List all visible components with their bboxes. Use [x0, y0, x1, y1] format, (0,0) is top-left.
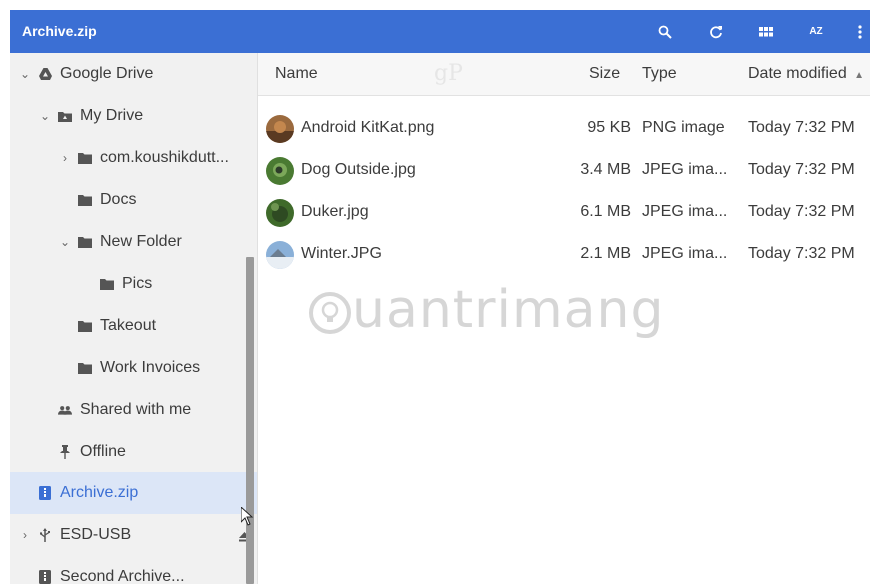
- sidebar-scrollbar[interactable]: [246, 257, 254, 584]
- sidebar-item-label: Takeout: [100, 317, 157, 334]
- sidebar-item-label: Pics: [122, 275, 153, 292]
- sidebar-item-work-invoices[interactable]: Work Invoices: [10, 347, 257, 389]
- chevron-right-icon[interactable]: ›: [18, 528, 32, 542]
- chevron-down-icon[interactable]: ⌄: [18, 67, 32, 81]
- sidebar-item-label: My Drive: [80, 107, 144, 124]
- file-size: 6.1 MB: [580, 203, 631, 220]
- sidebar-item-offline[interactable]: Offline: [10, 431, 257, 473]
- image-thumbnail: [266, 199, 294, 227]
- mouse-cursor-icon: [240, 505, 255, 532]
- table-row[interactable]: Winter.JPG 2.1 MB JPEG ima... Today 7:32…: [258, 233, 870, 275]
- pin-icon: [58, 445, 72, 459]
- sidebar-item-shared-with-me[interactable]: Shared with me: [10, 389, 257, 431]
- sort-az-icon[interactable]: AZ: [802, 10, 830, 53]
- sidebar-item-label: Archive.zip: [60, 484, 139, 501]
- refresh-icon[interactable]: [702, 10, 730, 53]
- search-icon[interactable]: [651, 10, 679, 53]
- drive-icon: [38, 67, 52, 81]
- people-icon: [58, 403, 72, 417]
- file-date: Today 7:32 PM: [748, 161, 855, 178]
- my-drive-icon: [58, 109, 72, 123]
- sidebar-item-pics[interactable]: Pics: [10, 263, 257, 305]
- folder-icon: [78, 193, 92, 207]
- sidebar-item-label: Work Invoices: [100, 359, 201, 376]
- folder-icon: [78, 361, 92, 375]
- sidebar-item-new-folder[interactable]: ⌄ New Folder: [10, 221, 257, 263]
- column-header-type[interactable]: Type: [642, 53, 677, 95]
- file-size: 2.1 MB: [580, 245, 631, 262]
- folder-icon: [78, 319, 92, 333]
- file-size: 95 KB: [587, 119, 631, 136]
- sidebar-item-label: New Folder: [100, 233, 182, 250]
- file-name: Duker.jpg: [301, 203, 369, 220]
- sidebar-item-com-koushikdutta[interactable]: › com.koushikdutt...: [10, 137, 257, 179]
- sidebar-item-label: Docs: [100, 191, 137, 208]
- zip-icon: [38, 570, 52, 584]
- window-title: Archive.zip: [22, 23, 97, 39]
- sort-ascending-icon: ▲: [854, 70, 865, 81]
- column-header-name[interactable]: Name: [275, 53, 318, 95]
- table-row[interactable]: Dog Outside.jpg 3.4 MB JPEG ima... Today…: [258, 149, 870, 191]
- file-type: JPEG ima...: [642, 161, 728, 178]
- list-header: Name Size Type Date modified ▲: [258, 53, 870, 96]
- file-name: Winter.JPG: [301, 245, 382, 262]
- image-thumbnail: [266, 241, 294, 269]
- sidebar-item-my-drive[interactable]: ⌄ My Drive: [10, 95, 257, 137]
- gp-watermark: gP: [434, 61, 463, 86]
- sidebar-item-label: Google Drive: [60, 65, 154, 82]
- sidebar-item-takeout[interactable]: Takeout: [10, 305, 257, 347]
- folder-icon: [100, 277, 114, 291]
- table-row[interactable]: Android KitKat.png 95 KB PNG image Today…: [258, 107, 870, 149]
- file-date: Today 7:32 PM: [748, 119, 855, 136]
- zip-icon: [38, 486, 52, 500]
- sidebar-item-label: ESD-USB: [60, 526, 132, 543]
- sidebar-item-google-drive[interactable]: ⌄ Google Drive: [10, 53, 254, 95]
- title-bar: Archive.zip AZ: [10, 10, 870, 53]
- file-name: Android KitKat.png: [301, 119, 435, 136]
- column-header-size[interactable]: Size: [589, 53, 620, 95]
- sidebar-item-label: Second Archive...: [60, 568, 185, 584]
- column-header-date-modified[interactable]: Date modified ▲: [748, 53, 864, 97]
- file-date: Today 7:32 PM: [748, 245, 855, 262]
- sidebar-item-archive-zip[interactable]: Archive.zip: [10, 472, 257, 514]
- sidebar-item-label: com.koushikdutt...: [100, 149, 229, 166]
- chevron-down-icon[interactable]: ⌄: [38, 109, 52, 123]
- sidebar-item-label: Shared with me: [80, 401, 192, 418]
- file-name: Dog Outside.jpg: [301, 161, 416, 178]
- usb-icon: [38, 528, 52, 542]
- sidebar-item-label: Offline: [80, 443, 126, 460]
- files-app-window: Archive.zip AZ ⌄ Google Drive ⌄ My Drive…: [10, 10, 870, 584]
- table-row[interactable]: Duker.jpg 6.1 MB JPEG ima... Today 7:32 …: [258, 191, 870, 233]
- file-size: 3.4 MB: [580, 161, 631, 178]
- file-date: Today 7:32 PM: [748, 203, 855, 220]
- quantrimang-watermark: uantrimang: [308, 280, 664, 340]
- sidebar-item-docs[interactable]: Docs: [10, 179, 257, 221]
- sidebar-item-esd-usb[interactable]: › ESD-USB: [10, 514, 254, 556]
- more-vert-icon[interactable]: [852, 10, 868, 53]
- folder-icon: [78, 151, 92, 165]
- sidebar-item-second-archive[interactable]: Second Archive...: [10, 556, 257, 584]
- watermark-text: uantrimang: [352, 280, 665, 340]
- file-type: PNG image: [642, 119, 725, 136]
- folder-icon: [78, 235, 92, 249]
- chevron-down-icon[interactable]: ⌄: [58, 235, 72, 249]
- chevron-right-icon[interactable]: ›: [58, 151, 72, 165]
- column-header-date-label: Date modified: [748, 65, 847, 82]
- image-thumbnail: [266, 115, 294, 143]
- file-type: JPEG ima...: [642, 245, 728, 262]
- image-thumbnail: [266, 157, 294, 185]
- grid-view-icon[interactable]: [752, 10, 780, 53]
- file-type: JPEG ima...: [642, 203, 728, 220]
- sidebar: ⌄ Google Drive ⌄ My Drive › com.koushikd…: [10, 53, 258, 584]
